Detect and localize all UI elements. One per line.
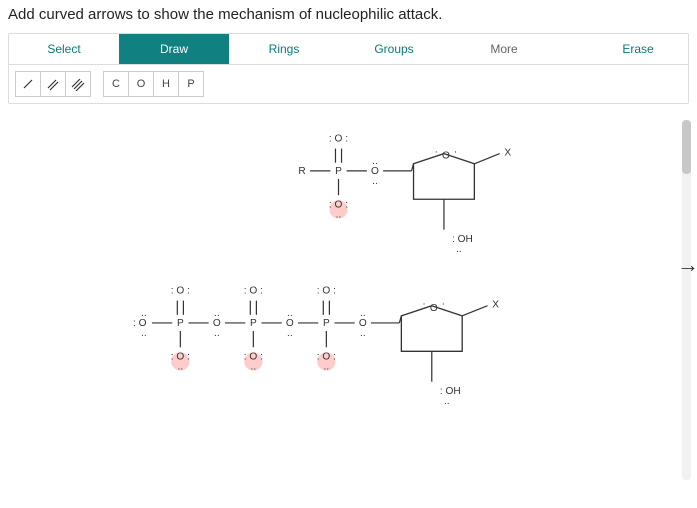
svg-text:O: O [442,151,450,162]
svg-text:..: .. [360,328,366,339]
tab-rings[interactable]: Rings [229,34,339,64]
label-X-bottom: X [492,300,499,311]
single-bond-tool[interactable] [15,71,41,97]
svg-text:..: .. [178,362,184,373]
top-structure: R P : O : : O : .. O .. .. O . . X [298,133,511,255]
svg-text:: O :: : O : [244,286,263,297]
label-P-top: P [335,166,342,177]
tab-more[interactable]: More [449,34,559,64]
svg-text:P: P [250,318,257,329]
question-text: Add curved arrows to show the mechanism … [0,0,697,33]
drawing-canvas[interactable]: R P : O : : O : .. O .. .. O . . X [8,108,667,503]
ring-bottom: O . . X : OH .. [399,297,499,407]
svg-text:..: .. [214,308,220,319]
label-Otop1: : O : [329,133,348,144]
tab-erase[interactable]: Erase [588,34,688,64]
label-X-top: X [504,148,511,159]
double-bond-tool[interactable] [40,71,66,97]
atom-tool-group: C O H P [103,71,204,97]
svg-text:O: O [430,303,438,314]
next-arrow-icon[interactable]: → [677,252,697,278]
atom-tool-c[interactable]: C [103,71,129,97]
scrollbar-thumb[interactable] [682,120,691,174]
atom-tool-p[interactable]: P [178,71,204,97]
svg-text:..: .. [141,308,147,319]
triple-bond-tool[interactable] [65,71,91,97]
label-R: R [298,166,305,177]
svg-text:..: .. [336,209,342,220]
bond-tool-group [15,71,91,97]
svg-text:..: .. [251,362,257,373]
tab-select[interactable]: Select [9,34,119,64]
bottom-structure: : O .. .. P : O : : O : .. O .. .. P : O… [133,286,499,408]
ring-top: O . . X : OH .. [412,145,512,255]
svg-text:P: P [177,318,184,329]
tab-row: Select Draw Rings Groups More Erase [9,34,688,65]
svg-text:.: . [435,145,438,156]
svg-text:..: .. [444,396,450,407]
svg-text:..: .. [287,308,293,319]
svg-text:..: .. [324,362,330,373]
atom-tool-o[interactable]: O [128,71,154,97]
svg-text:..: .. [141,328,147,339]
tab-draw[interactable]: Draw [119,34,229,64]
svg-text:.: . [423,297,426,308]
svg-text:: O :: : O : [171,286,190,297]
toolbox: Select Draw Rings Groups More Erase C O … [8,33,689,104]
svg-text:..: .. [456,244,462,255]
scrollbar[interactable] [682,120,691,480]
svg-text:..: .. [372,156,378,167]
svg-text:.: . [442,297,445,308]
svg-text:: O :: : O : [317,286,336,297]
svg-text:P: P [323,318,330,329]
svg-text:..: .. [372,176,378,187]
draw-tool-row: C O H P [9,65,688,103]
svg-text:..: .. [360,308,366,319]
svg-text:..: .. [287,328,293,339]
tab-groups[interactable]: Groups [339,34,449,64]
svg-text:..: .. [214,328,220,339]
svg-text:.: . [454,145,457,156]
atom-tool-h[interactable]: H [153,71,179,97]
